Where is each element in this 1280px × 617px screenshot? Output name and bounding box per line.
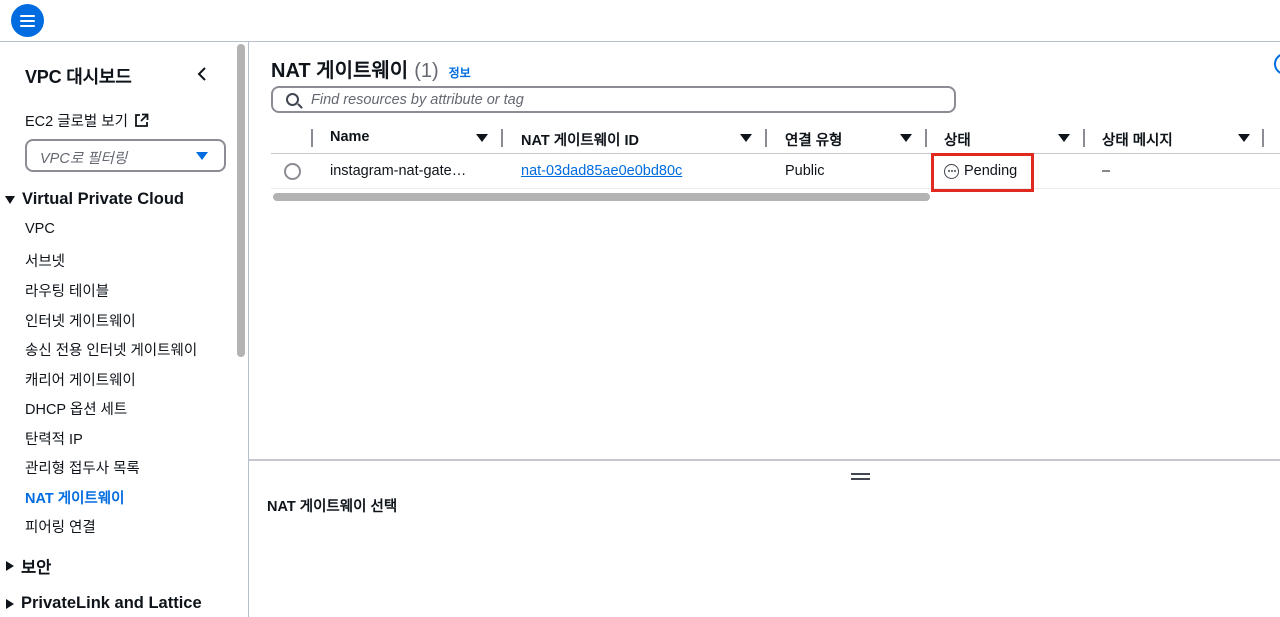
section-privatelink[interactable]: PrivateLink and Lattice: [5, 594, 202, 613]
column-header-name[interactable]: Name: [330, 129, 370, 145]
top-bar: [0, 0, 1280, 42]
status-badge: Pending: [944, 163, 1017, 179]
search-input[interactable]: [311, 90, 931, 110]
sidebar-item-elastic-ip[interactable]: 탄력적 IP: [25, 428, 83, 449]
ec2-global-view-label: EC2 글로벌 보기: [25, 114, 128, 130]
cell-connectivity-type: Public: [785, 163, 825, 179]
cell-status-message: –: [1102, 163, 1111, 179]
table-horizontal-scrollbar[interactable]: [273, 193, 1280, 202]
row-select-radio[interactable]: [284, 163, 301, 180]
section-label: Virtual Private Cloud: [22, 190, 184, 208]
sidebar-item-subnets[interactable]: 서브넷: [25, 250, 65, 271]
cell-nat-gateway-id-link[interactable]: nat-03dad85ae0e0bd80c: [521, 163, 682, 179]
sidebar-title: VPC 대시보드: [25, 67, 132, 87]
caret-right-icon: [6, 561, 14, 571]
column-divider[interactable]: [501, 129, 503, 147]
section-label: 보안: [21, 559, 52, 577]
column-divider[interactable]: [1262, 129, 1264, 147]
resource-count: (1): [414, 60, 439, 82]
sort-icon[interactable]: [740, 134, 752, 142]
sidebar-item-nat-gateways[interactable]: NAT 게이트웨이: [25, 487, 124, 508]
vpc-filter-select[interactable]: VPC로 필터링: [25, 139, 226, 172]
hamburger-menu-icon[interactable]: [11, 4, 44, 37]
sidebar-item-peering-connections[interactable]: 피어링 연결: [25, 516, 96, 537]
divider: [248, 42, 249, 617]
column-divider[interactable]: [925, 129, 927, 147]
info-link[interactable]: 정보: [449, 64, 471, 81]
resize-handle-icon[interactable]: [851, 473, 870, 480]
section-label: PrivateLink and Lattice: [21, 594, 202, 612]
external-link-icon: [134, 113, 149, 128]
sidebar-item-carrier-gateways[interactable]: 캐리어 게이트웨이: [25, 369, 136, 390]
caret-down-icon: [5, 195, 15, 204]
ec2-global-view-link[interactable]: EC2 글로벌 보기: [25, 110, 149, 131]
column-divider[interactable]: [311, 129, 313, 147]
refresh-icon[interactable]: [1274, 53, 1280, 75]
detail-panel-title: NAT 게이트웨이 선택: [267, 499, 398, 515]
page-title: NAT 게이트웨이 (1) 정보: [271, 54, 471, 83]
sort-icon[interactable]: [900, 134, 912, 142]
caret-right-icon: [6, 598, 14, 609]
table-row[interactable]: instagram-nat-gate… nat-03dad85ae0e0bd80…: [271, 153, 1280, 192]
sidebar-item-internet-gateways[interactable]: 인터넷 게이트웨이: [25, 310, 136, 331]
column-divider[interactable]: [1083, 129, 1085, 147]
chevron-left-icon[interactable]: [194, 64, 210, 84]
split-panel-divider: [249, 459, 1280, 461]
sidebar-item-egress-only-igw[interactable]: 송신 전용 인터넷 게이트웨이: [25, 339, 197, 360]
sidebar-item-dhcp-option-sets[interactable]: DHCP 옵션 세트: [25, 398, 127, 419]
sort-icon[interactable]: [1238, 134, 1250, 142]
page-title-text: NAT 게이트웨이: [271, 60, 409, 82]
search-icon: [286, 93, 299, 106]
sort-icon[interactable]: [476, 134, 488, 142]
column-header-status[interactable]: 상태: [944, 129, 971, 150]
column-header-type[interactable]: 연결 유형: [785, 129, 842, 150]
column-divider[interactable]: [765, 129, 767, 147]
sidebar-item-vpc[interactable]: VPC: [25, 221, 55, 237]
cell-name: instagram-nat-gate…: [330, 163, 467, 179]
pending-icon: [944, 163, 959, 179]
column-header-status-message[interactable]: 상태 메시지: [1102, 129, 1173, 150]
section-virtual-private-cloud[interactable]: Virtual Private Cloud: [5, 190, 184, 209]
table-header: Name NAT 게이트웨이 ID 연결 유형 상태 상태 메시지: [271, 124, 1280, 154]
section-security[interactable]: 보안: [5, 554, 51, 578]
column-header-id[interactable]: NAT 게이트웨이 ID: [521, 129, 639, 150]
sidebar-item-prefix-lists[interactable]: 관리형 접두사 목록: [25, 457, 140, 478]
status-text: Pending: [964, 163, 1018, 179]
vpc-filter-placeholder: VPC로 필터링: [40, 151, 128, 167]
sidebar-scrollbar[interactable]: [236, 44, 246, 617]
search-bar[interactable]: [271, 86, 956, 113]
sidebar-item-route-tables[interactable]: 라우팅 테이블: [25, 280, 109, 301]
sort-icon[interactable]: [1058, 134, 1070, 142]
caret-down-icon: [196, 152, 208, 160]
